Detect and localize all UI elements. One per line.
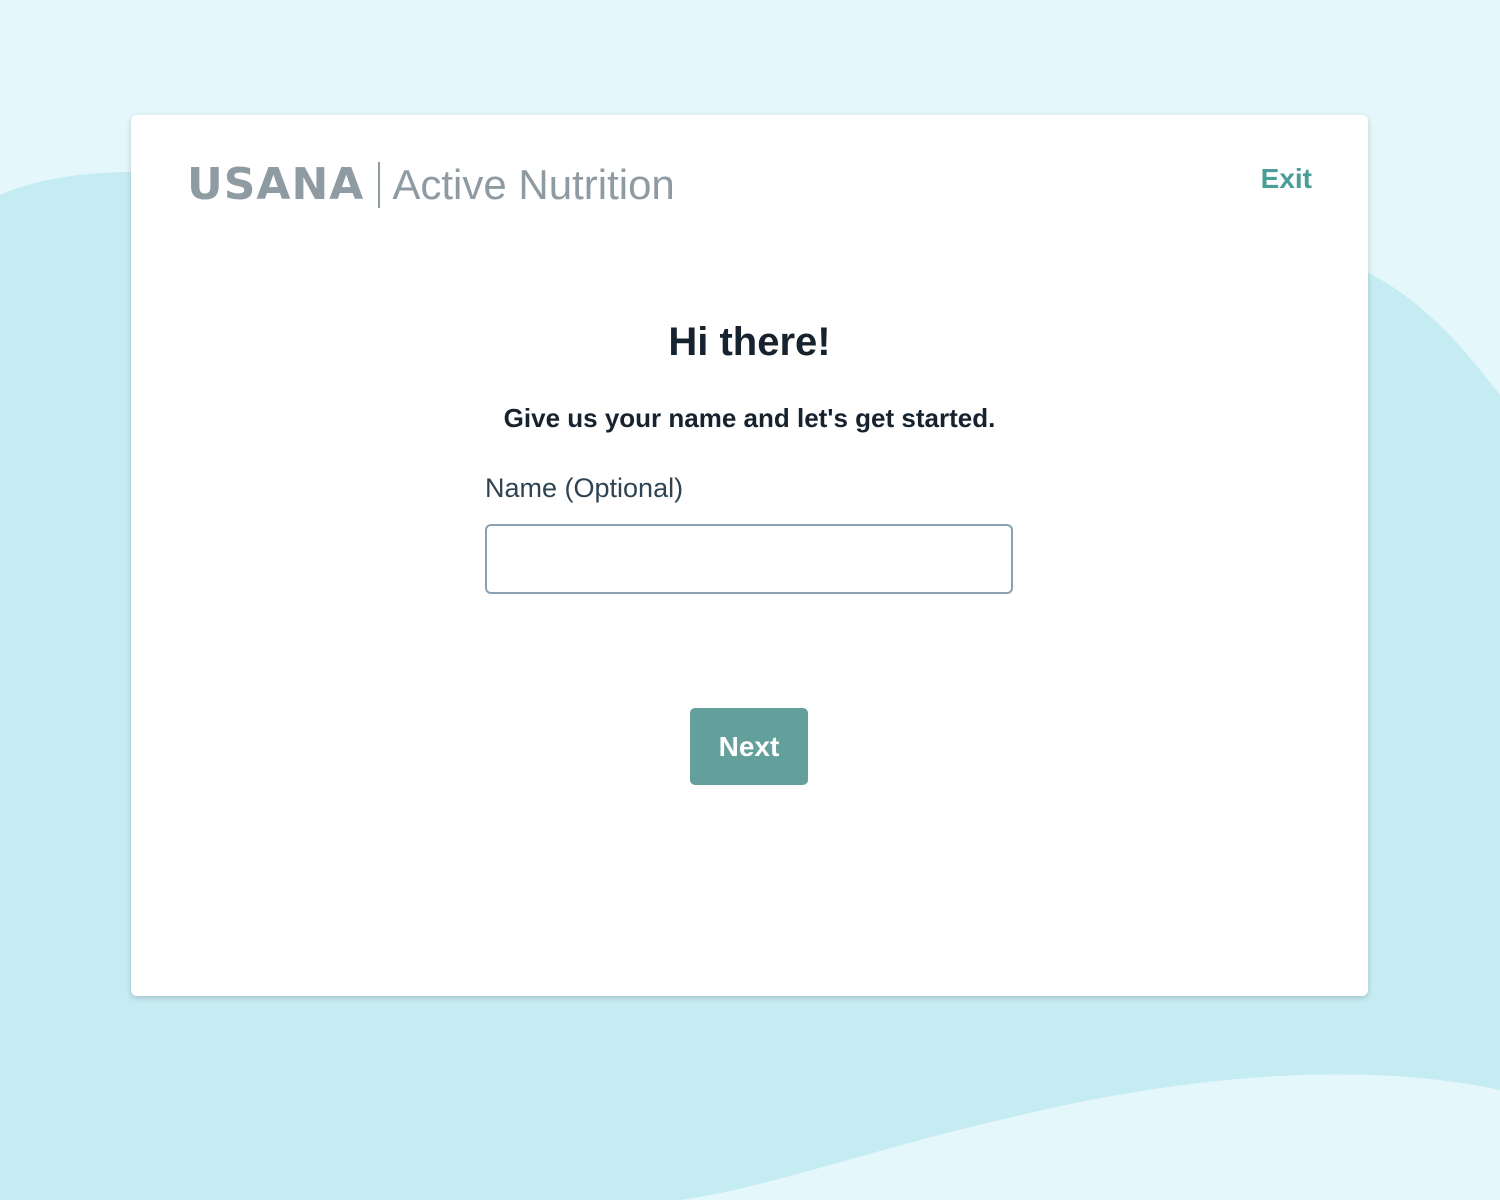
usana-logo: USANA: [187, 159, 365, 210]
page-title: Hi there!: [668, 320, 831, 364]
next-button[interactable]: Next: [690, 708, 808, 785]
brand-header: USANA Active Nutrition: [187, 161, 675, 209]
name-field-label: Name (Optional): [485, 473, 684, 503]
exit-link[interactable]: Exit: [1261, 163, 1312, 195]
name-input[interactable]: [485, 524, 1013, 594]
page-subtitle: Give us your name and let's get started.: [503, 403, 996, 433]
product-name: Active Nutrition: [392, 161, 675, 208]
onboarding-card: USANA Active Nutrition Exit Hi there! Gi…: [131, 115, 1368, 996]
brand-divider: [378, 162, 381, 208]
